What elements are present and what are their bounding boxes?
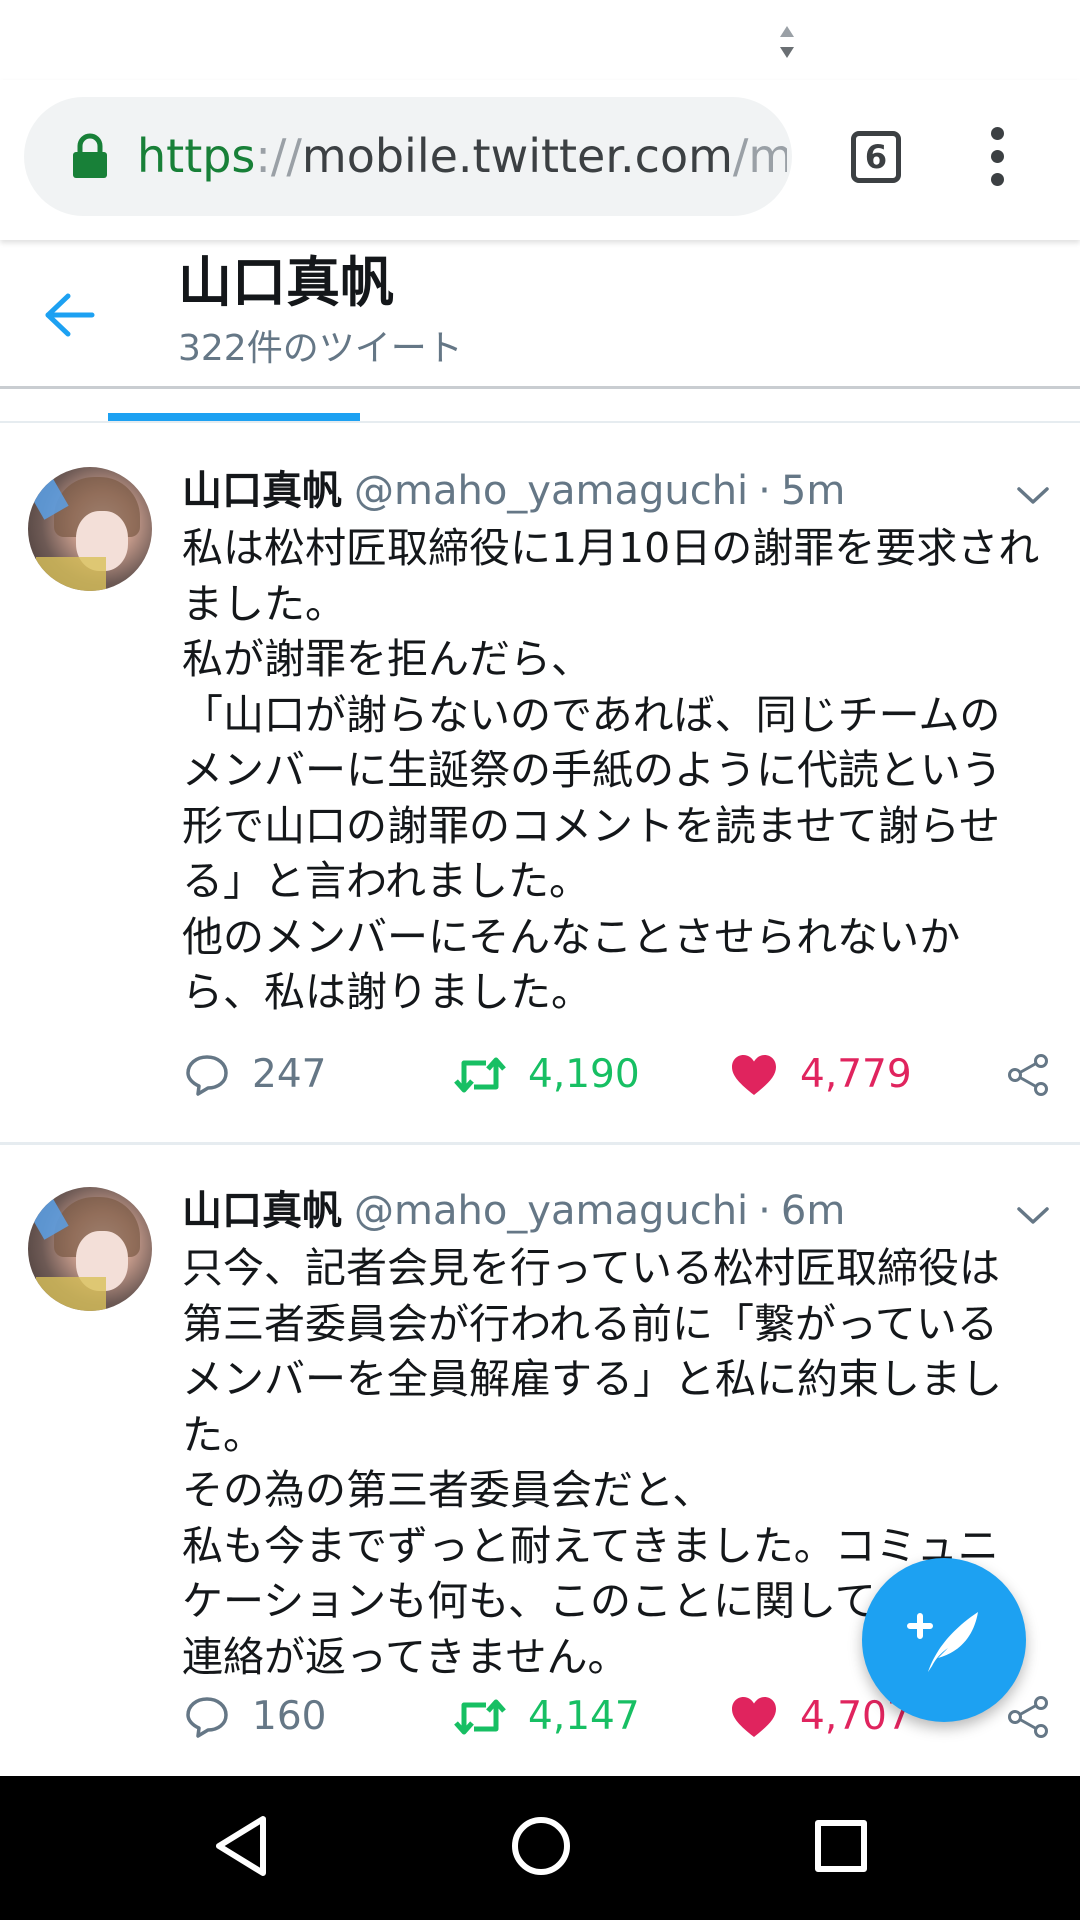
chevron-down-icon[interactable]	[1016, 485, 1050, 507]
separator-dot: ·	[758, 1188, 771, 1234]
reply-button[interactable]: 247	[184, 1045, 326, 1105]
nav-home-icon[interactable]	[512, 1817, 570, 1875]
tweet-header: 山口真帆 @maho_yamaguchi · 6m	[182, 1185, 845, 1237]
tweet-line: 私が謝罪を拒んだら、	[182, 635, 592, 683]
tweet-timestamp[interactable]: 5m	[781, 468, 845, 514]
author-name[interactable]: 山口真帆	[182, 1188, 342, 1234]
heart-icon	[732, 1055, 776, 1095]
header-divider	[0, 386, 1080, 389]
tweet-line: 他のメンバーにそんなことさせられないか	[182, 912, 961, 961]
page-title: 山口真帆	[178, 251, 394, 314]
tweet-line: 形で山口の謝罪のコメントを読ませて謝らせ	[182, 801, 1000, 850]
share-button[interactable]	[1006, 1045, 1050, 1105]
nav-recents-icon[interactable]	[815, 1820, 867, 1872]
tweet-line: 只今、記者会見を行っている松村匠取締役は	[182, 1244, 1000, 1292]
url-scheme: https	[137, 129, 256, 183]
avatar[interactable]	[28, 467, 152, 591]
back-arrow-icon[interactable]	[44, 292, 96, 338]
tweet-header: 山口真帆 @maho_yamaguchi · 5m	[182, 465, 845, 517]
system-nav-bar	[0, 1776, 1080, 1920]
tweet-actions: 247 4,190 4,779	[0, 1045, 1080, 1105]
retweet-button[interactable]: 4,147	[454, 1687, 640, 1747]
lock-icon	[70, 133, 110, 179]
screen: https://mobile.twitter.com/ma 6 山口真帆 322…	[0, 0, 1080, 1920]
status-bar	[0, 0, 1080, 80]
reply-count: 247	[252, 1052, 327, 1097]
tweet-line: た。	[182, 1410, 264, 1459]
compose-tweet-icon	[907, 1612, 978, 1672]
sort-arrows-icon	[774, 22, 800, 62]
tweet-line: その為の第三者委員会だと、	[182, 1466, 714, 1514]
author-name[interactable]: 山口真帆	[182, 468, 342, 514]
tab-indicator	[108, 413, 360, 421]
retweet-count: 4,147	[528, 1694, 640, 1739]
tweet-line: ら、私は謝りました。	[182, 968, 592, 1016]
tweet-line: メンバーを全員解雇する」と私に約束しまし	[182, 1355, 1002, 1403]
retweet-icon	[454, 1057, 506, 1093]
author-handle[interactable]: @maho_yamaguchi	[354, 468, 748, 514]
url-host: mobile.twitter.com	[301, 129, 733, 183]
tweet-text: 私は松村匠取締役に1月10日の謝罪を要求され ました。 私が謝罪を拒んだら、 「…	[182, 521, 1062, 1021]
like-count: 4,779	[800, 1052, 912, 1097]
profile-header: 山口真帆 322件のツイート	[0, 240, 1080, 390]
tweet-line: 第三者委員会が行われる前に「繋がっている	[182, 1299, 998, 1348]
tweet-line: メンバーに生誕祭の手紙のように代読という	[182, 746, 1002, 794]
tweet-line: る」と言われました。	[182, 857, 590, 905]
nav-back-icon[interactable]	[213, 1814, 269, 1878]
share-icon	[1008, 1054, 1048, 1096]
chevron-down-icon[interactable]	[1016, 1205, 1050, 1227]
separator-dot: ·	[758, 468, 771, 514]
avatar[interactable]	[28, 1187, 152, 1311]
heart-icon	[732, 1697, 776, 1737]
retweet-count: 4,190	[528, 1052, 640, 1097]
tweet-line: ました。	[182, 579, 346, 628]
address-bar[interactable]: https://mobile.twitter.com/ma	[24, 97, 792, 216]
browser-toolbar: https://mobile.twitter.com/ma 6	[0, 80, 1080, 240]
reply-icon	[186, 1697, 228, 1738]
url-path: /ma	[732, 129, 787, 183]
tweet-line: 私は松村匠取締役に1月10日の謝罪を要求され	[182, 524, 1040, 572]
tweet-line: 「山口が謝らないのであれば、同じチームの	[182, 690, 1001, 739]
compose-tweet-button[interactable]	[862, 1558, 1026, 1722]
author-handle[interactable]: @maho_yamaguchi	[354, 1188, 748, 1234]
share-button[interactable]	[1006, 1687, 1050, 1747]
reply-count: 160	[252, 1694, 327, 1739]
tweet-count: 322件のツイート	[178, 328, 463, 369]
url-text[interactable]: https://mobile.twitter.com/ma	[137, 125, 787, 187]
reply-icon	[186, 1055, 228, 1096]
tweet-timestamp[interactable]: 6m	[781, 1188, 845, 1234]
tab-switcher-button[interactable]: 6	[851, 131, 901, 183]
overflow-menu-icon[interactable]	[980, 127, 1014, 187]
like-button[interactable]: 4,779	[730, 1045, 912, 1105]
retweet-button[interactable]: 4,190	[454, 1045, 640, 1105]
url-separator: ://	[255, 129, 302, 183]
retweet-icon	[454, 1699, 506, 1735]
reply-button[interactable]: 160	[184, 1687, 326, 1747]
share-icon	[1008, 1696, 1048, 1738]
tweet[interactable]: 山口真帆 @maho_yamaguchi · 5m 私は松村匠取締役に1月10日の謝罪…	[0, 423, 1080, 1145]
